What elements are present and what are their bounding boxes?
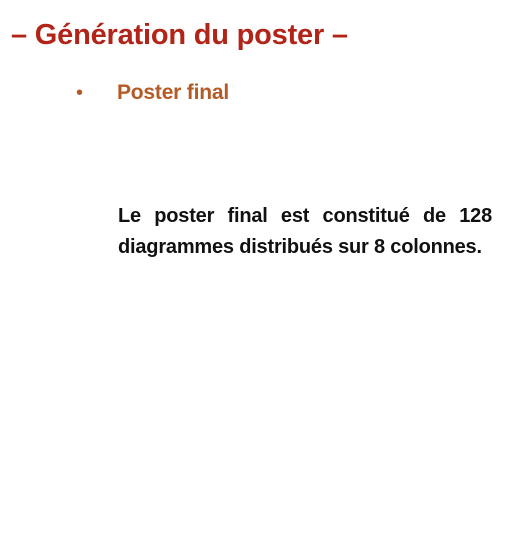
- bullet-item: • Poster final: [76, 80, 229, 106]
- body-paragraph: Le poster final est constitué de 128 dia…: [118, 205, 492, 258]
- bullet-label: Poster final: [117, 81, 229, 104]
- slide-title: – Génération du poster –: [11, 19, 348, 51]
- bullet-marker: •: [76, 82, 84, 104]
